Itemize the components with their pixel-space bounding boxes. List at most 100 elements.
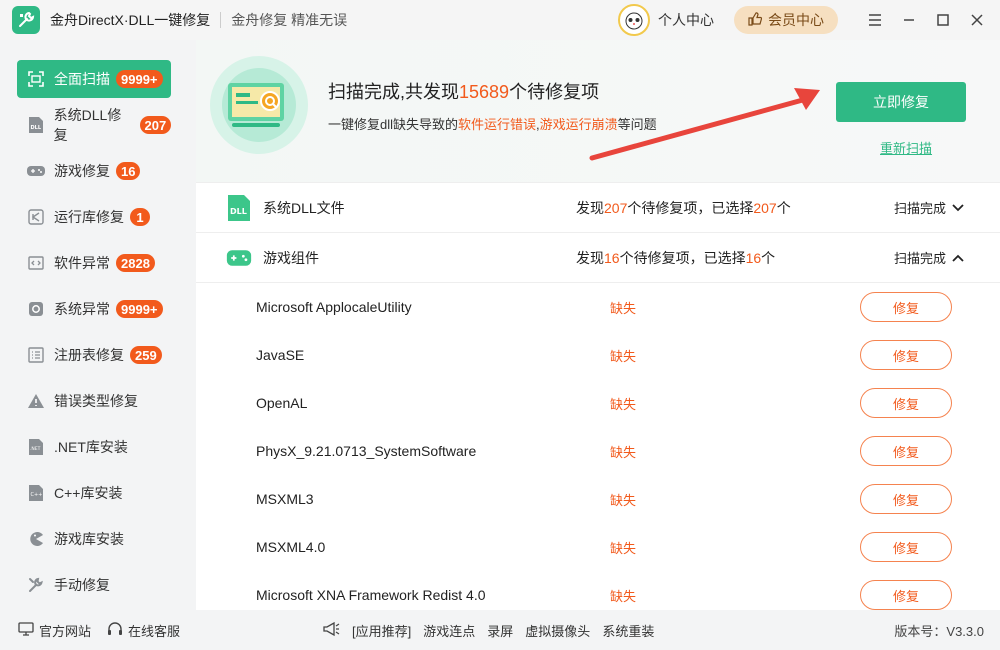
sidebar-item-runtime-repair[interactable]: 运行库修复 1 [17,198,171,236]
menu-icon[interactable] [858,0,892,40]
category-info: 发现207个待修复项，已选择207个 [576,198,791,218]
info-prefix: 发现 [576,199,604,216]
maximize-icon[interactable] [926,0,960,40]
repair-button[interactable]: 修复 [860,484,952,514]
issue-count: 15689 [459,82,510,102]
info-mid: 个待修复项，已选择 [619,249,746,266]
official-site-link[interactable]: 官方网站 [18,621,91,640]
item-status: 缺失 [610,540,637,556]
monitor-icon [18,621,34,639]
title-suffix: 个待修复项 [509,82,600,102]
sidebar-item-system-dll[interactable]: DLL 系统DLL修复 207 [17,106,171,144]
sidebar-item-game-lib-install[interactable]: 游戏库安装 [17,520,171,558]
sidebar-item-label: 运行库修复 [54,209,124,225]
avatar[interactable] [618,4,650,36]
repair-button[interactable]: 修复 [860,436,952,466]
vip-center-label: 会员中心 [768,12,824,28]
net-icon: .NET [27,438,45,456]
repair-button[interactable]: 修复 [860,292,952,322]
item-status: 缺失 [610,588,637,604]
list-item: PhysX_9.21.0713_SystemSoftware 缺失 修复 [196,427,1000,475]
vip-center-button[interactable]: 会员中心 [734,6,838,34]
sidebar-item-net-install[interactable]: .NET .NET库安装 [17,428,171,466]
sidebar-item-system-exception[interactable]: 系统异常 9999+ [17,290,171,328]
category-row-game-components[interactable]: 游戏组件 发现16个待修复项，已选择16个 扫描完成 [196,233,1000,283]
recommended-apps: [应用推荐] 游戏连点 录屏 虚拟摄像头 系统重装 [322,621,654,640]
sidebar-item-registry-repair[interactable]: 注册表修复 259 [17,336,171,374]
item-name: Microsoft XNA Framework Redist 4.0 [256,587,486,603]
sidebar-item-label: 系统异常 [54,301,110,317]
dll-icon: DLL [27,116,45,134]
sidebar-item-label: C++库安装 [54,485,123,501]
sidebar-item-cpp-install[interactable]: C++ C++库安装 [17,474,171,512]
online-service-link[interactable]: 在线客服 [107,621,180,640]
minimize-icon[interactable] [892,0,926,40]
sidebar-item-label: 游戏修复 [54,163,110,179]
list-item: Microsoft XNA Framework Redist 4.0 缺失 修复 [196,571,1000,610]
sidebar-item-software-exception[interactable]: 软件异常 2828 [17,244,171,282]
gamepad-icon [27,162,45,180]
sidebar-item-manual-repair[interactable]: 手动修复 [17,566,171,604]
title-prefix: 扫描完成,共发现 [328,82,460,102]
info-mid: 个待修复项，已选择 [627,199,754,216]
red-arrow-annotation [589,88,820,161]
item-name: Microsoft ApplocaleUtility [256,299,412,315]
category-info: 发现16个待修复项，已选择16个 [576,248,775,268]
rec-item-system-reinstall[interactable]: 系统重装 [602,621,654,640]
item-name: PhysX_9.21.0713_SystemSoftware [256,443,477,459]
found-count: 207 [604,199,628,216]
title-divider [220,12,222,28]
category-name: 系统DLL文件 [263,199,345,216]
pacman-icon [27,530,45,548]
online-service-label: 在线客服 [128,623,181,639]
item-status: 缺失 [610,348,637,364]
list-item: MSXML4.0 缺失 修复 [196,523,1000,571]
item-name: MSXML4.0 [256,539,326,555]
sidebar-item-game-repair[interactable]: 游戏修复 16 [17,152,171,190]
scan-icon [27,70,45,88]
count-badge: 2828 [116,254,155,272]
status-label: 扫描完成 [894,201,947,216]
found-count: 16 [604,249,620,266]
fix-now-button[interactable]: 立即修复 [836,82,966,122]
item-status: 缺失 [610,492,637,508]
sidebar-item-error-type-repair[interactable]: 错误类型修复 [17,382,171,420]
title-bar: 金舟DirectX·DLL一键修复 金舟修复 精准无误 个人中心 会员中心 [0,0,1000,40]
headset-icon [107,621,123,640]
vs-icon [27,208,45,226]
repair-button[interactable]: 修复 [860,580,952,610]
sidebar-item-label: 软件异常 [54,255,110,271]
repair-button[interactable]: 修复 [860,388,952,418]
category-status[interactable]: 扫描完成 [894,248,964,267]
rec-item-auto-clicker[interactable]: 游戏连点 [423,621,475,640]
sidebar-item-label: 全面扫描 [54,71,110,87]
rec-item-screen-recorder[interactable]: 录屏 [487,621,513,640]
sidebar-item-label: 系统DLL修复 [53,107,122,143]
sidebar-item-full-scan[interactable]: 全面扫描 9999+ [17,60,171,98]
recommended-label: [应用推荐] [352,623,412,639]
category-status[interactable]: 扫描完成 [894,198,964,217]
item-status: 缺失 [610,396,637,412]
sidebar-item-label: 注册表修复 [54,347,124,363]
close-icon[interactable] [960,0,994,40]
category-name: 游戏组件 [263,249,319,266]
scan-result-title: 扫描完成,共发现15689个待修复项 [328,78,599,104]
rescan-link[interactable]: 重新扫描 [880,138,932,157]
code-icon [27,254,45,272]
count-badge: 9999+ [116,70,163,88]
chevron-down-icon [952,200,964,215]
info-suffix: 个 [776,199,791,216]
repair-button[interactable]: 修复 [860,532,952,562]
wrench-icon [27,576,45,594]
category-row-system-dll[interactable]: DLL 系统DLL文件 发现207个待修复项，已选择207个 扫描完成 [196,183,1000,233]
footer-bar: 官方网站 在线客服 [应用推荐] 游戏连点 录屏 虚拟摄像头 系统重装 版本号：… [0,610,1000,650]
personal-center-link[interactable]: 个人中心 [658,10,714,30]
sub-highlight-1: 软件运行错误 [458,117,537,132]
item-name: JavaSE [256,347,305,363]
rec-item-virtual-camera[interactable]: 虚拟摄像头 [525,621,590,640]
repair-button[interactable]: 修复 [860,340,952,370]
item-status: 缺失 [610,300,637,316]
megaphone-icon [322,621,340,640]
cpp-icon: C++ [27,484,45,502]
thumbs-up-icon [748,11,763,29]
